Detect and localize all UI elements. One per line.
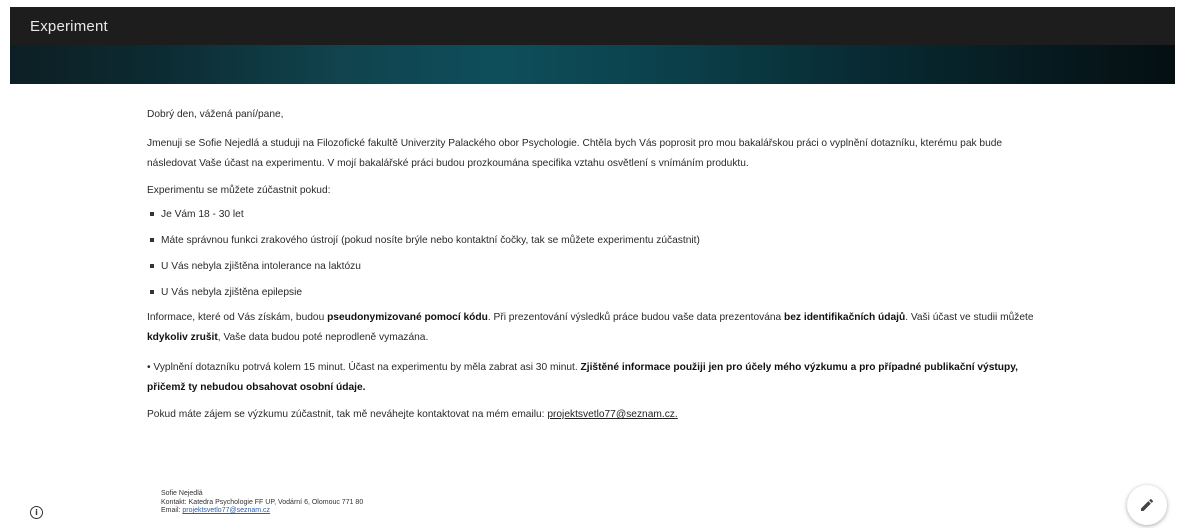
footer: Sofie Nejedlá Kontakt: Katedra Psycholog… [161, 490, 363, 516]
list-item: Máte správnou funkci zrakového ústrojí (… [147, 234, 700, 260]
footer-address: Kontakt: Katedra Psychologie FF UP, Vodá… [161, 498, 364, 506]
footer-email-label: Email: [161, 507, 183, 514]
footer-name: Sofie Nejedlá [161, 490, 203, 497]
privacy-text: , Vaše data budou poté neprodleně vymazá… [217, 332, 429, 343]
conditions-list: Je Vám 18 - 30 let Máte správnou funkci … [147, 208, 700, 312]
header-banner [10, 45, 1175, 84]
privacy-bold: kdykoliv zrušit [147, 332, 218, 343]
footer-email: Email: projektsvetlo77@seznam.cz [161, 507, 363, 516]
duration-info: • Vyplnění dotazníku potrvá kolem 15 min… [147, 358, 1047, 398]
contact-text: Pokud máte zájem se výzkumu zúčastnit, t… [147, 409, 548, 420]
app-title: Experiment [30, 17, 108, 35]
list-item: Je Vám 18 - 30 let [147, 208, 700, 234]
app-header: Experiment [10, 7, 1175, 45]
edit-button[interactable] [1127, 485, 1167, 525]
pencil-icon [1141, 498, 1154, 511]
intro-text: Jmenuji se Sofie Nejedlá a studuji na Fi… [147, 138, 1003, 169]
privacy-text: Informace, které od Vás získám, budou [147, 312, 328, 323]
contact-info: Pokud máte zájem se výzkumu zúčastnit, t… [147, 408, 678, 421]
privacy-info: Informace, které od Vás získám, budou ps… [147, 308, 1047, 348]
privacy-bold: bez identifikačních údajů [784, 312, 906, 323]
duration-text: • Vyplnění dotazníku potrvá kolem 15 min… [147, 362, 581, 373]
privacy-text: . Při prezentování výsledků práce budou … [487, 312, 785, 323]
info-icon[interactable]: i [30, 506, 43, 519]
contact-email-link[interactable]: projektsvetlo77@seznam.cz. [547, 409, 677, 420]
greeting-text: Dobrý den, vážená paní/pane, [147, 109, 284, 120]
privacy-text: . Vaši účast ve studii můžete [905, 312, 1034, 323]
privacy-bold: pseudonymizované pomocí kódu [327, 312, 488, 323]
conditions-label: Experimentu se můžete zúčastnit pokud: [147, 185, 331, 196]
list-item: U Vás nebyla zjištěna intolerance na lak… [147, 260, 700, 286]
footer-email-link[interactable]: projektsvetlo77@seznam.cz [182, 507, 270, 514]
